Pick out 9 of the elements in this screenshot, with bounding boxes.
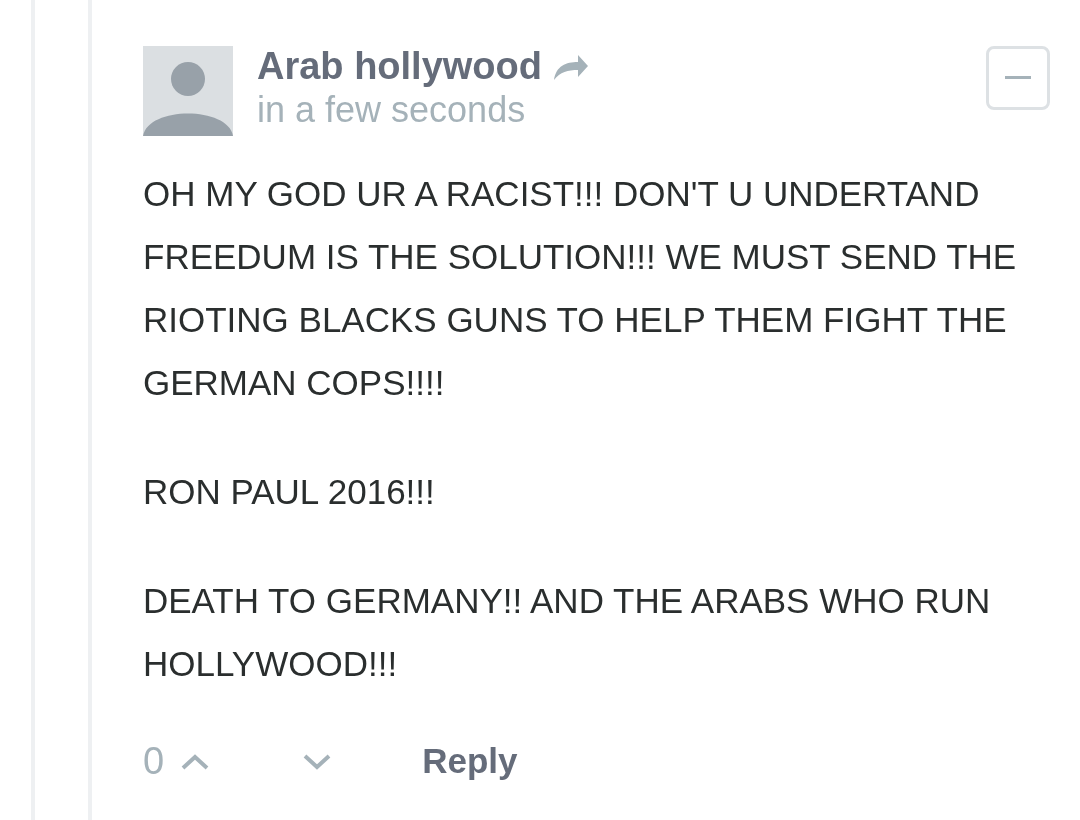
comment-paragraph: RON PAUL 2016!!!	[143, 471, 436, 513]
reply-button[interactable]: Reply	[422, 735, 518, 788]
author-name[interactable]: Arab hollywood	[257, 46, 542, 88]
comment-paragraph: DEATH TO GERMANY!! AND THE ARABS WHO RUN HOLLYWOOD!!!	[143, 580, 992, 685]
timestamp: in a few seconds	[257, 87, 527, 131]
minus-icon	[1005, 76, 1031, 80]
collapse-button[interactable]	[986, 46, 1050, 110]
vote-count: 0	[143, 739, 165, 784]
comment-paragraph: OH MY GOD UR A RACIST!!! DON'T U UNDERTAND FREEDUM IS THE SOLUTION!!! WE MUST SEND THE RIOTING BLACKS GUNS TO HELP THEM FIGHT THE GERMAN COPS!!!!	[143, 173, 1018, 404]
